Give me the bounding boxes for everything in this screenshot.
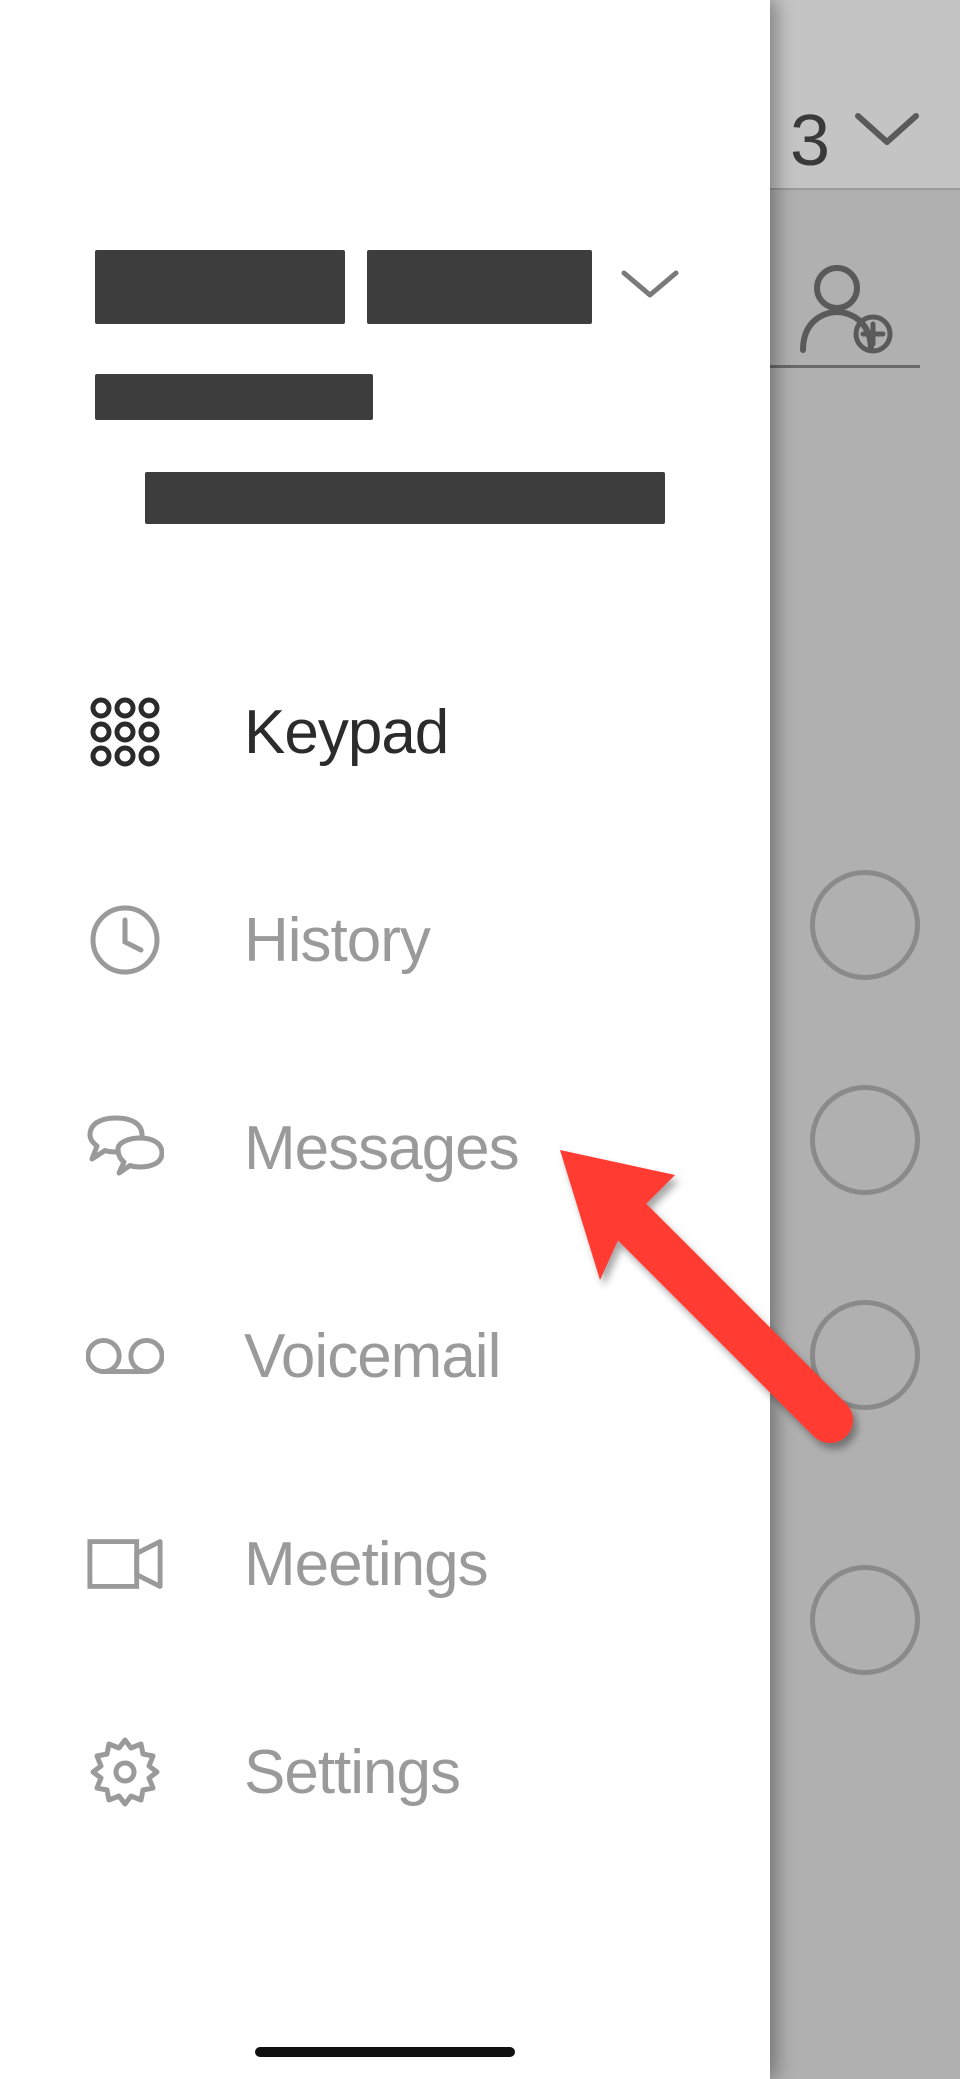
- video-icon: [86, 1525, 164, 1603]
- background-circle: [810, 1300, 920, 1410]
- drawer-menu: Keypad History Messages: [0, 628, 770, 1876]
- redacted-text: [145, 472, 665, 524]
- background-circle: [810, 1085, 920, 1195]
- account-header[interactable]: [95, 250, 710, 524]
- menu-item-label: Keypad: [244, 697, 448, 768]
- clock-icon: [86, 901, 164, 979]
- menu-item-label: Settings: [244, 1737, 460, 1808]
- add-contact-icon: [795, 260, 895, 365]
- background-header-text: 3: [790, 100, 830, 182]
- menu-item-label: Voicemail: [244, 1321, 500, 1392]
- menu-item-history[interactable]: History: [0, 836, 770, 1044]
- redacted-text: [367, 250, 592, 324]
- background-circle: [810, 1565, 920, 1675]
- redacted-text: [95, 374, 373, 420]
- menu-item-keypad[interactable]: Keypad: [0, 628, 770, 836]
- voicemail-icon: [86, 1317, 164, 1395]
- menu-item-meetings[interactable]: Meetings: [0, 1460, 770, 1668]
- chevron-down-icon[interactable]: [620, 267, 680, 308]
- keypad-icon: [86, 693, 164, 771]
- menu-item-messages[interactable]: Messages: [0, 1044, 770, 1252]
- redacted-text: [95, 250, 345, 324]
- menu-item-label: History: [244, 905, 430, 976]
- menu-item-label: Messages: [244, 1113, 519, 1184]
- messages-icon: [86, 1109, 164, 1187]
- menu-item-settings[interactable]: Settings: [0, 1668, 770, 1876]
- chevron-down-icon: [854, 110, 920, 155]
- menu-item-voicemail[interactable]: Voicemail: [0, 1252, 770, 1460]
- menu-item-label: Meetings: [244, 1529, 488, 1600]
- navigation-drawer: Keypad History Messages: [0, 0, 770, 2079]
- gear-icon: [86, 1733, 164, 1811]
- home-indicator: [255, 2047, 515, 2057]
- background-circle: [810, 870, 920, 980]
